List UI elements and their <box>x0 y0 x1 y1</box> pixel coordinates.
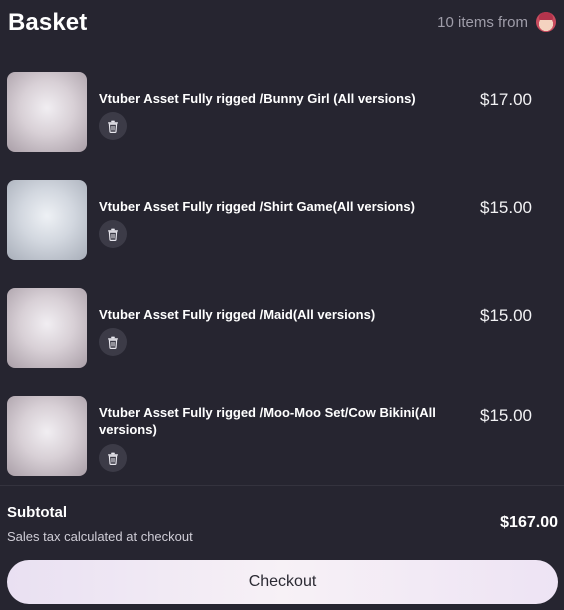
basket-item: Vtuber Asset Fully rigged /Moo-Moo Set/C… <box>0 396 564 492</box>
tax-note: Sales tax calculated at checkout <box>7 529 193 544</box>
item-price: $17.00 <box>480 90 532 109</box>
trash-icon <box>108 452 118 465</box>
remove-item-button[interactable] <box>99 444 127 472</box>
item-price: $15.00 <box>480 198 532 217</box>
remove-item-button[interactable] <box>99 220 127 248</box>
trash-icon <box>108 336 118 349</box>
basket-item: Vtuber Asset Fully rigged /Maid(All vers… <box>0 288 564 384</box>
item-price: $15.00 <box>480 306 532 325</box>
trash-icon <box>108 228 118 241</box>
remove-item-button[interactable] <box>99 328 127 356</box>
basket-panel: Basket 10 items from Vtuber Asset Fully … <box>0 0 564 610</box>
remove-item-button[interactable] <box>99 112 127 140</box>
subtotal-value: $167.00 <box>500 514 558 531</box>
item-thumbnail[interactable] <box>7 180 87 260</box>
item-name[interactable]: Vtuber Asset Fully rigged /Maid(All vers… <box>99 306 461 323</box>
subtotal-label: Subtotal <box>7 504 67 521</box>
page-title: Basket <box>8 9 88 36</box>
basket-item: Vtuber Asset Fully rigged /Shirt Game(Al… <box>0 180 564 276</box>
item-name[interactable]: Vtuber Asset Fully rigged /Moo-Moo Set/C… <box>99 404 461 438</box>
item-thumbnail[interactable] <box>7 288 87 368</box>
item-price: $15.00 <box>480 406 532 425</box>
item-thumbnail[interactable] <box>7 72 87 152</box>
item-name[interactable]: Vtuber Asset Fully rigged /Shirt Game(Al… <box>99 198 461 215</box>
basket-header: Basket 10 items from <box>0 0 564 48</box>
item-thumbnail[interactable] <box>7 396 87 476</box>
items-from-seller[interactable]: 10 items from <box>437 12 556 32</box>
summary-divider <box>0 485 564 486</box>
items-count-text: 10 items from <box>437 13 528 31</box>
checkout-button[interactable]: Checkout <box>7 560 558 604</box>
trash-icon <box>108 120 118 133</box>
basket-item: Vtuber Asset Fully rigged /Bunny Girl (A… <box>0 72 564 168</box>
seller-avatar[interactable] <box>536 12 556 32</box>
item-name[interactable]: Vtuber Asset Fully rigged /Bunny Girl (A… <box>99 90 461 107</box>
